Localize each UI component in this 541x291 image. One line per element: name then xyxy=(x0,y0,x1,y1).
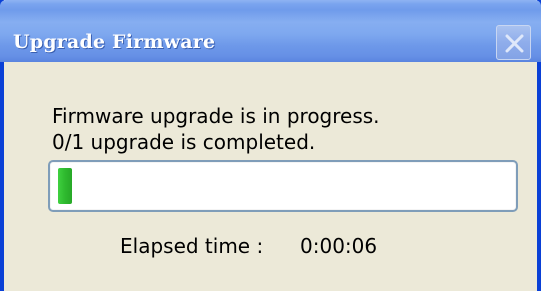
progress-bar xyxy=(48,160,518,212)
status-message: Firmware upgrade is in progress. xyxy=(52,104,380,128)
progress-fill xyxy=(58,168,72,204)
elapsed-time-value: 0:00:06 xyxy=(300,234,378,258)
completion-count: 0/1 upgrade is completed. xyxy=(52,130,316,154)
close-icon xyxy=(505,34,524,53)
dialog-content: Firmware upgrade is in progress. 0/1 upg… xyxy=(4,62,537,291)
window-title: Upgrade Firmware xyxy=(13,31,216,53)
close-button[interactable] xyxy=(496,25,531,60)
upgrade-firmware-dialog: Upgrade Firmware Firmware upgrade is in … xyxy=(0,0,541,291)
elapsed-time-label: Elapsed time : xyxy=(120,234,264,258)
title-bar[interactable]: Upgrade Firmware xyxy=(0,0,541,62)
